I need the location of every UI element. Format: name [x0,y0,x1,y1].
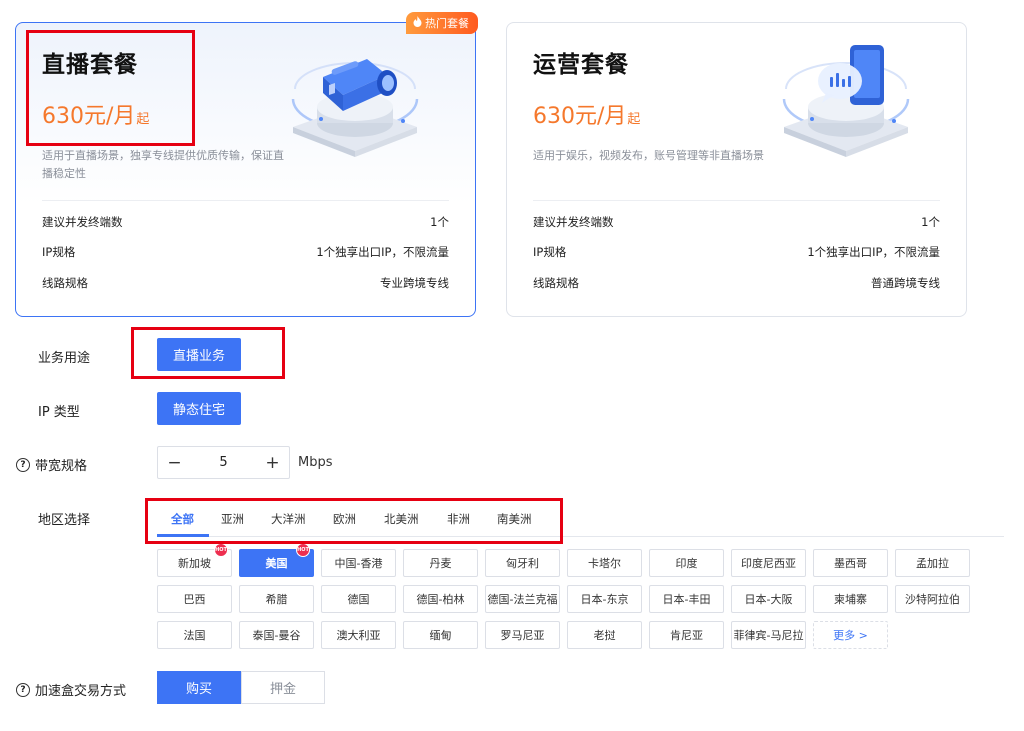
spec-row: IP规格 1个独享出口IP，不限流量 [533,243,940,261]
highlight-box [145,498,563,544]
spec-label: 建议并发终端数 [533,215,614,229]
hot-plan-tag-label: 热门套餐 [425,17,469,30]
spec-value: 专业跨境专线 [380,276,449,290]
minus-button[interactable]: − [158,447,191,478]
plan-price: 630元/月起 [533,98,640,130]
payment-label-text: 加速盒交易方式 [35,684,127,699]
spec-row: 建议并发终端数 1个 [42,213,449,231]
region-chip[interactable]: 沙特阿拉伯 [895,585,970,613]
region-chip[interactable]: HOT 美国 [239,543,314,577]
plan-card-operations[interactable]: 运营套餐 630元/月起 适用于娱乐，视频发布，账号管理等非直播场景 建议并发终… [506,22,967,317]
spec-value: 1个独享出口IP，不限流量 [316,245,449,259]
payment-deposit-option[interactable]: 押金 [241,671,325,704]
region-chip[interactable]: 法国 [157,621,232,649]
region-chip[interactable]: 日本-东京 [567,585,642,613]
spec-value: 1个 [430,215,449,229]
ip-type-static-residential-button[interactable]: 静态住宅 [157,392,242,425]
more-regions-link[interactable]: 更多 > [813,621,888,649]
plan-price-suffix: 起 [627,112,641,127]
region-chip[interactable]: 日本-大阪 [731,585,806,613]
hot-badge: HOT [214,543,228,557]
bandwidth-label: ? 带宽规格 [16,455,87,474]
hot-badge: HOT [296,543,310,557]
bandwidth-label-text: 带宽规格 [35,459,88,474]
region-chip[interactable]: 印度 [649,549,724,577]
spec-row: 建议并发终端数 1个 [533,213,940,231]
spec-row: 线路规格 专业跨境专线 [42,274,449,292]
bandwidth-value[interactable]: 5 [191,455,256,470]
plan-description: 适用于娱乐，视频发布，账号管理等非直播场景 [533,149,764,162]
usage-label: 业务用途 [38,351,91,366]
plan-description: 适用于直播场景，独享专线提供优质传输，保证直播稳定性 [42,149,284,180]
region-chip[interactable]: 柬埔寨 [813,585,888,613]
spec-label: 建议并发终端数 [42,215,123,229]
bandwidth-stepper[interactable]: − 5 + [157,446,290,479]
region-chip[interactable]: 德国-柏林 [403,585,478,613]
region-chip[interactable]: 墨西哥 [813,549,888,577]
spec-label: 线路规格 [42,276,88,290]
region-chip[interactable]: 日本-丰田 [649,585,724,613]
region-chip[interactable]: 巴西 [157,585,232,613]
region-chip[interactable]: 澳大利亚 [321,621,396,649]
spec-row: IP规格 1个独享出口IP，不限流量 [42,243,449,261]
spec-label: 线路规格 [533,276,579,290]
region-chip-label: 新加坡 [178,557,211,570]
region-chip[interactable]: 印度尼西亚 [731,549,806,577]
hot-plan-tag: 热门套餐 [406,12,478,34]
region-chip[interactable]: HOT 新加坡 [157,543,232,577]
plan-price-value: 630元/月 [533,104,627,129]
plus-button[interactable]: + [256,447,289,478]
plan-title: 运营套餐 [533,52,629,78]
bandwidth-unit: Mbps [298,455,333,470]
help-icon[interactable]: ? [16,457,30,472]
spec-value: 1个独享出口IP，不限流量 [807,245,940,259]
region-chip[interactable]: 泰国-曼谷 [239,621,314,649]
ip-type-label: IP 类型 [38,405,80,420]
payment-method-toggle: 购买 押金 [157,671,325,704]
plan-divider [42,200,449,201]
region-label: 地区选择 [38,513,91,528]
region-chip[interactable]: 中国-香港 [321,549,396,577]
region-chip[interactable]: 肯尼亚 [649,621,724,649]
region-chip[interactable]: 匈牙利 [485,549,560,577]
spec-value: 1个 [921,215,940,229]
region-chip-label: 美国 [265,557,288,570]
phone-chat-icon [766,37,926,159]
help-icon[interactable]: ? [16,682,30,697]
spec-value: 普通跨境专线 [871,276,940,290]
region-chip[interactable]: 老挝 [567,621,642,649]
region-chip[interactable]: 德国 [321,585,396,613]
flame-icon [413,16,422,30]
region-chip[interactable]: 丹麦 [403,549,478,577]
region-chip[interactable]: 孟加拉 [895,549,970,577]
spec-label: IP规格 [533,245,567,259]
region-chip[interactable]: 菲律宾-马尼拉 [731,621,806,649]
spec-row: 线路规格 普通跨境专线 [533,274,940,292]
payment-label: ? 加速盒交易方式 [16,680,126,699]
region-chip[interactable]: 希腊 [239,585,314,613]
highlight-box [26,30,195,146]
region-chip[interactable]: 缅甸 [403,621,478,649]
camera-icon [275,37,435,159]
region-chip[interactable]: 罗马尼亚 [485,621,560,649]
spec-label: IP规格 [42,245,76,259]
region-chip[interactable]: 卡塔尔 [567,549,642,577]
plan-divider [533,200,940,201]
highlight-box [131,327,285,379]
region-chip[interactable]: 德国-法兰克福 [485,585,560,613]
payment-buy-option[interactable]: 购买 [157,671,241,704]
